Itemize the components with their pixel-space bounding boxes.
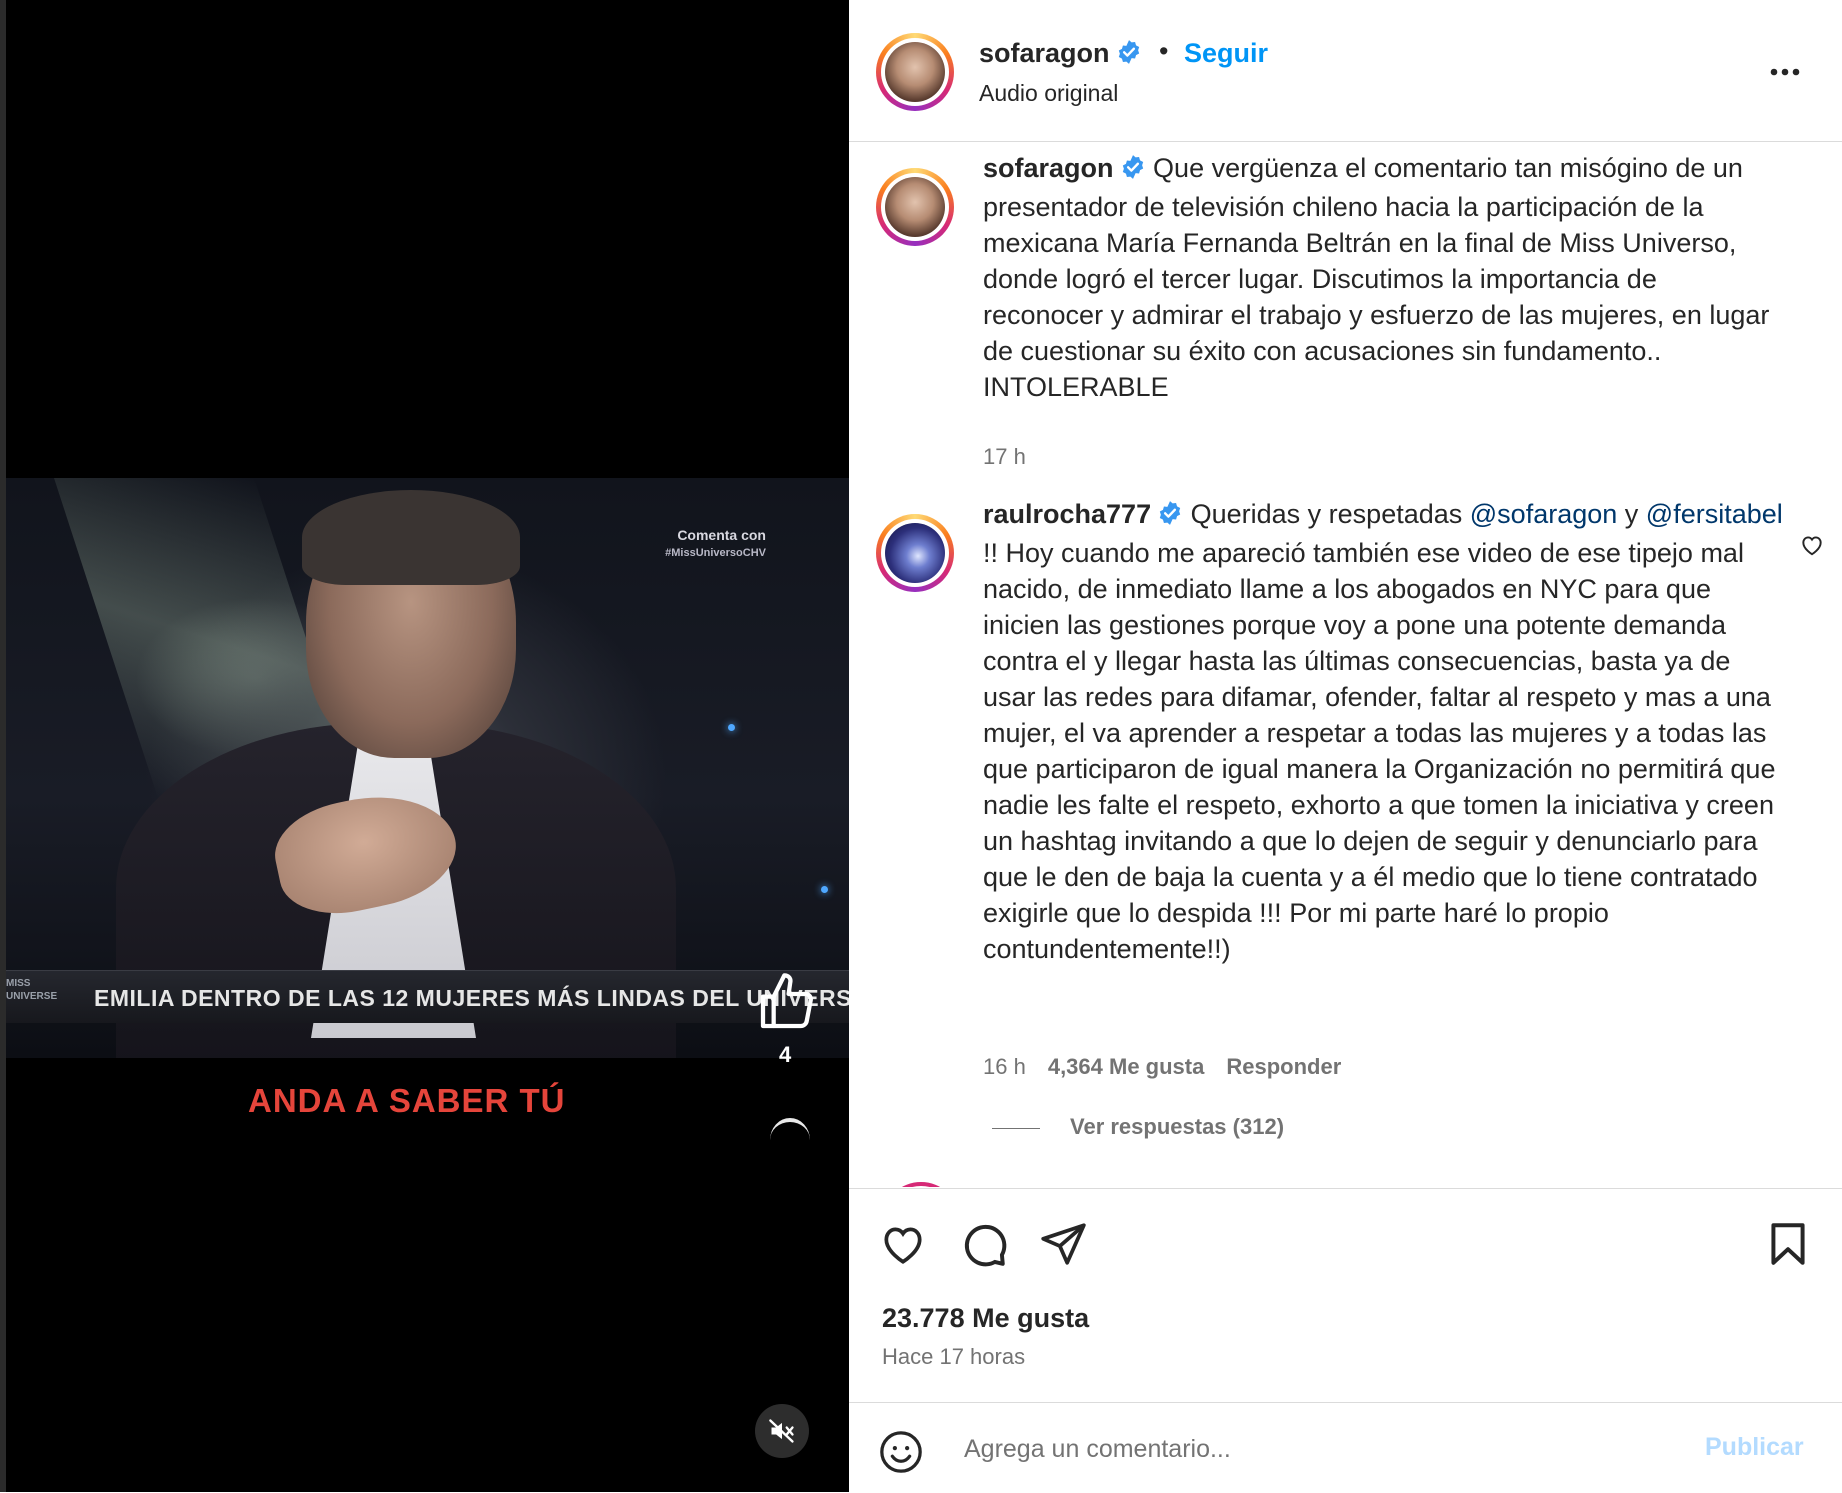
post-likes-count[interactable]: 23.778 Me gusta xyxy=(882,1303,1089,1334)
replies-divider xyxy=(992,1127,1040,1129)
comment-text-part: !! Hoy cuando me apareció también ese vi… xyxy=(983,538,1776,964)
commenter-username[interactable]: raulrocha777 xyxy=(983,499,1151,529)
lower-third-banner: MISS UNIVERSE EMILIA DENTRO DE LAS 12 MU… xyxy=(6,970,849,1023)
broadcast-logo: MISS UNIVERSE xyxy=(6,978,58,1002)
paper-plane-icon[interactable] xyxy=(1038,1219,1088,1274)
presenter-hair xyxy=(302,490,520,585)
view-replies-button[interactable]: Ver respuestas (312) xyxy=(992,1114,1284,1140)
more-options-icon[interactable] xyxy=(1760,52,1810,92)
avatar-border xyxy=(881,173,949,241)
commenter-avatar[interactable] xyxy=(876,514,954,592)
avatar-photo xyxy=(885,42,945,102)
video-like-count: 4 xyxy=(779,1042,792,1067)
view-replies-label: Ver respuestas (312) xyxy=(1070,1114,1285,1139)
caption-time: 17 h xyxy=(983,444,1026,469)
thumbs-up-icon xyxy=(755,970,825,1039)
broadcast-tag-line2: #MissUniversoCHV xyxy=(665,547,766,559)
mention-link[interactable]: @sofaragon xyxy=(1470,499,1618,529)
video-frame[interactable]: Comenta con #MissUniversoCHV MISS UNIVER… xyxy=(6,478,849,1058)
verified-badge-icon xyxy=(1120,153,1146,189)
comment-time: 16 h xyxy=(983,1054,1026,1079)
reply-button[interactable]: Responder xyxy=(1226,1054,1341,1079)
avatar-photo xyxy=(885,523,945,583)
audio-label[interactable]: Audio original xyxy=(979,80,1118,107)
next-comment-avatar xyxy=(882,1182,960,1187)
comment-likes[interactable]: 4,364 Me gusta xyxy=(1048,1054,1205,1079)
broadcast-hashtag: Comenta con #MissUniversoCHV xyxy=(576,526,766,562)
caption-username[interactable]: sofaragon xyxy=(983,153,1114,183)
caption-avatar[interactable] xyxy=(876,168,954,246)
comment-bubble-icon[interactable] xyxy=(959,1219,1009,1274)
lower-third-headline: EMILIA DENTRO DE LAS 12 MUJERES MÁS LIND… xyxy=(94,985,849,1011)
comment-composer: Publicar xyxy=(849,1402,1842,1493)
comment-input[interactable] xyxy=(962,1425,1666,1473)
bookmark-icon[interactable] xyxy=(1763,1219,1813,1274)
heart-icon[interactable] xyxy=(878,1219,928,1274)
follow-button[interactable]: Seguir xyxy=(1184,38,1268,69)
video-player[interactable]: Comenta con #MissUniversoCHV MISS UNIVER… xyxy=(0,0,849,1492)
avatar-border xyxy=(881,519,949,587)
emoji-smiley-icon[interactable] xyxy=(878,1429,924,1480)
mention-link[interactable]: @fersitabel xyxy=(1646,499,1783,529)
post-timestamp: Hace 17 horas xyxy=(882,1344,1026,1369)
verified-badge-icon xyxy=(1116,39,1142,70)
video-caption: ANDA A SABER TÚ xyxy=(248,1082,566,1119)
comment-item: raulrocha777 Queridas y respetadas @sofa… xyxy=(983,496,1783,967)
speaker-muted-icon xyxy=(769,1419,794,1443)
broadcast-tag-line1: Comenta con xyxy=(677,527,766,543)
video-ui-arc xyxy=(770,1118,810,1162)
post-actions: 23.778 Me gusta Hace 17 horas xyxy=(849,1188,1842,1403)
avatar-border xyxy=(881,38,949,106)
publish-button[interactable]: Publicar xyxy=(1705,1433,1804,1462)
post-header: sofaragon • Seguir Audio original xyxy=(849,0,1842,142)
stage-light xyxy=(728,724,735,731)
comment-meta: 16 h 4,364 Me gusta Responder xyxy=(983,1054,1341,1080)
post-caption: sofaragon Que vergüenza el comentario ta… xyxy=(983,150,1783,405)
comment-text-part: Queridas y respetadas xyxy=(1190,499,1470,529)
header-separator: • xyxy=(1159,36,1169,66)
post-panel: sofaragon • Seguir Audio original sofara… xyxy=(849,0,1842,1493)
comment-like-heart-icon[interactable] xyxy=(1799,532,1825,563)
comment-text-part: y xyxy=(1617,499,1646,529)
avatar-photo xyxy=(885,177,945,237)
comments-list[interactable]: sofaragon Que vergüenza el comentario ta… xyxy=(849,142,1842,1187)
author-name-block[interactable]: sofaragon xyxy=(979,38,1142,70)
author-username[interactable]: sofaragon xyxy=(979,38,1110,68)
mute-button[interactable] xyxy=(755,1404,809,1458)
author-avatar[interactable] xyxy=(876,33,954,111)
verified-badge-icon xyxy=(1157,499,1183,535)
caption-text: Que vergüenza el comentario tan misógino… xyxy=(983,153,1770,402)
stage-light xyxy=(821,886,828,893)
